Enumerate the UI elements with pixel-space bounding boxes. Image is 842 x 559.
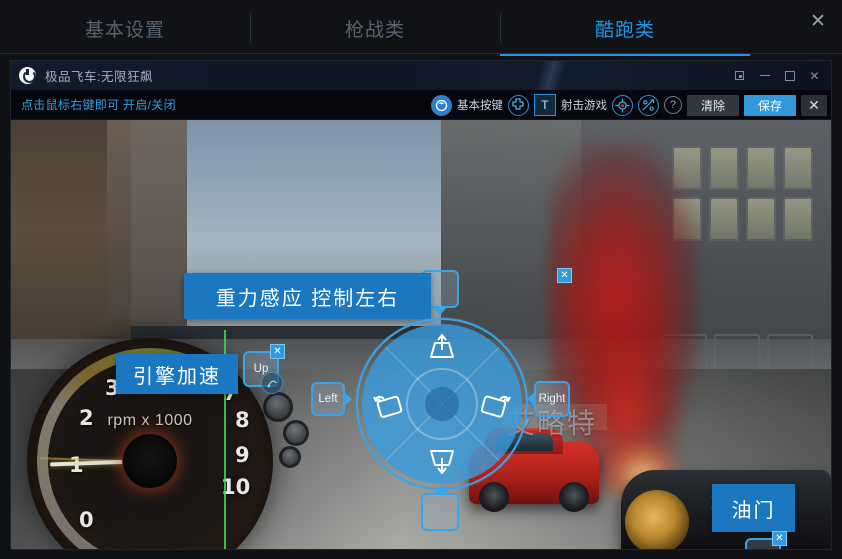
restore-window-button[interactable] (727, 61, 752, 90)
key-left[interactable]: Left (311, 382, 352, 416)
crosshair-icon[interactable] (611, 94, 633, 116)
title-bar-sheen (491, 61, 611, 90)
gravity-label[interactable]: 重力感应 控制左右 (184, 273, 431, 319)
gravity-wheel-hub[interactable] (406, 368, 478, 440)
throttle-label-text: 油门 (731, 499, 776, 522)
key-right[interactable]: Right (527, 381, 570, 417)
tab-label: 枪战类 (344, 19, 405, 41)
tilt-forward-icon (423, 332, 461, 362)
toolbar-actions: 基本按键 T 射击游戏 ? 清除 保存 ✕ (430, 90, 827, 120)
tachometer-hub (122, 433, 178, 489)
basic-keys-label: 基本按键 (456, 100, 503, 112)
close-icon[interactable]: ✕ (802, 5, 834, 37)
top-tab-bar: 基本设置 枪战类 酷跑类 (0, 0, 842, 56)
clear-button[interactable]: 清除 (686, 94, 739, 116)
window-controls: ✕ (727, 61, 827, 90)
tachometer-tick-2: 2 (79, 406, 94, 430)
remove-key-up-button[interactable]: ✕ (270, 344, 285, 359)
tab-label: 基本设置 (84, 19, 165, 41)
scene-ring-3 (279, 446, 301, 468)
key-space[interactable]: Space ✕ (745, 531, 787, 549)
tachometer-tick-0: 0 (79, 508, 94, 532)
tachometer-tick-8: 8 (235, 408, 250, 432)
tilt-backward-icon (423, 446, 461, 476)
emulator-title-bar: 极品飞车:无限狂飙 ✕ (11, 61, 831, 90)
mapping-toolbar: 点击鼠标右键即可 开启/关闭 基本按键 T 射击游戏 ? 清除 保存 ✕ (11, 90, 831, 120)
scene-gold-wheel (625, 490, 689, 549)
aim-swipe-icon[interactable] (637, 94, 659, 116)
key-right-label: Right (538, 393, 566, 405)
tab-shooter[interactable]: 枪战类 (250, 0, 500, 56)
circle-logo-icon (19, 67, 36, 84)
application-window: 基本设置 枪战类 酷跑类 ✕ 极品飞车:无限狂飙 ✕ 点击鼠标右键即可 开启/关… (0, 0, 842, 559)
tab-basic-settings[interactable]: 基本设置 (0, 0, 250, 56)
tab-runner[interactable]: 酷跑类 (500, 0, 750, 56)
scene-ring-2 (283, 420, 309, 446)
gravity-sensor-wheel[interactable] (356, 318, 528, 490)
dpad-icon[interactable] (507, 94, 529, 116)
tab-label: 酷跑类 (594, 19, 655, 41)
tilt-right-icon (476, 389, 514, 419)
minimize-window-button[interactable] (752, 61, 777, 90)
engine-accel-label[interactable]: 引擎加速 (116, 354, 238, 394)
gravity-wheel-hub-center (425, 387, 459, 421)
key-left-label: Left (318, 393, 338, 405)
close-window-button[interactable]: ✕ (802, 61, 827, 90)
toolbar-hint: 点击鼠标右键即可 开启/关闭 (21, 98, 176, 112)
mouse-wheel-icon[interactable] (430, 94, 452, 116)
tab-bar-divider (0, 53, 842, 54)
throttle-label[interactable]: 油门 (712, 484, 795, 532)
save-button[interactable]: 保存 (743, 94, 796, 116)
emulator-window: 极品飞车:无限狂飙 ✕ 点击鼠标右键即可 开启/关闭 基本按键 T 射击游戏 ?… (10, 60, 832, 550)
shooting-game-label: 射击游戏 (560, 100, 607, 112)
tachometer-tick-9: 9 (235, 443, 250, 467)
close-mapping-button[interactable]: ✕ (801, 94, 827, 116)
emulator-title: 极品飞车:无限狂飙 (45, 70, 153, 84)
tachometer-unit-label: rpm x 1000 (107, 412, 193, 429)
help-icon[interactable]: ? (663, 96, 682, 114)
engine-accel-label-text: 引擎加速 (133, 365, 221, 388)
scene-ring-1 (263, 392, 293, 422)
key-slot-down-unassigned[interactable] (421, 486, 459, 531)
remove-gravity-button[interactable]: ✕ (557, 268, 572, 283)
gravity-label-text: 重力感应 控制左右 (215, 287, 400, 310)
tilt-left-icon (370, 389, 408, 419)
remove-key-space-button[interactable]: ✕ (772, 531, 787, 546)
text-key-button[interactable]: T (533, 94, 556, 116)
maximize-window-button[interactable] (777, 61, 802, 90)
game-viewport[interactable]: 夜 狂 rpm x 1000 0 1 2 3 4 5 6 7 8 9 10 (11, 120, 831, 549)
engine-accel-icon (261, 372, 283, 394)
scene-building-left-far (107, 120, 187, 326)
